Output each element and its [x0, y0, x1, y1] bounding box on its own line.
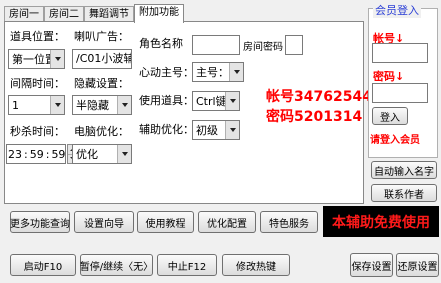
broadcast-label: 喇叭广告：: [74, 30, 129, 43]
time-minutes[interactable]: 59: [29, 148, 45, 161]
interval-select[interactable]: 1: [8, 95, 65, 115]
time-hours[interactable]: 23: [7, 148, 23, 161]
tab-strip: 房间一 房间二 舞蹈调节 附加功能: [4, 4, 184, 23]
broadcast-input[interactable]: /C01小波辅助!: [72, 49, 132, 69]
save-settings-button[interactable]: 保存设置: [350, 253, 393, 277]
account-info-text: 帐号347625440: [266, 89, 382, 105]
restore-settings-button[interactable]: 还原设置: [396, 253, 439, 277]
prop-position-label: 道具位置：: [10, 30, 65, 43]
contact-author-button[interactable]: 联系作者: [371, 184, 437, 202]
use-prop-select[interactable]: Ctrl键: [192, 91, 240, 111]
heart-host-select[interactable]: 主号：男: [192, 62, 244, 82]
assist-optimize-select[interactable]: 初级: [192, 120, 240, 140]
tutorial-button[interactable]: 使用教程: [137, 211, 194, 233]
assist-optimize-label: 辅助优化：: [139, 123, 194, 136]
hide-label: 隐藏设置：: [74, 77, 129, 90]
start-button[interactable]: 启动F10: [10, 254, 76, 276]
login-button[interactable]: 登入: [372, 107, 408, 125]
cpu-optimize-select[interactable]: 优化: [72, 144, 132, 164]
tab-extra-functions[interactable]: 附加功能: [134, 4, 184, 23]
chevron-down-icon: [117, 145, 131, 163]
chevron-down-icon: [50, 96, 64, 114]
login-password-input[interactable]: [372, 83, 428, 103]
setup-wizard-button[interactable]: 设置向导: [74, 211, 134, 233]
login-password-label: 密码↓: [373, 70, 405, 83]
free-use-banner: 本辅助免费使用: [323, 206, 439, 237]
chevron-down-icon: [225, 121, 239, 139]
chevron-down-icon: [50, 50, 64, 68]
prop-position-select[interactable]: 第一位置: [8, 49, 65, 69]
password-info-text: 密码5201314: [266, 109, 363, 125]
hide-select[interactable]: 半隐藏: [72, 95, 132, 115]
interval-label: 间隔时间：: [10, 77, 65, 90]
special-service-button[interactable]: 特色服务: [260, 211, 318, 233]
role-name-label: 角色名称: [139, 37, 183, 50]
chevron-down-icon: [229, 63, 243, 81]
seconds-label: 秒杀时间：: [10, 125, 65, 138]
room-password-input[interactable]: [285, 35, 303, 55]
time-seconds[interactable]: 59: [50, 148, 66, 161]
member-login-title: 会员登入: [373, 2, 421, 18]
auto-input-name-button[interactable]: 自动输入名字: [371, 161, 437, 179]
login-prompt-text: 请登入会员: [370, 135, 420, 146]
modify-hotkey-button[interactable]: 修改热键: [222, 254, 290, 276]
room-password-label: 房间密码: [243, 42, 283, 53]
pause-continue-button[interactable]: 暂停/继续〈无〉: [80, 254, 153, 276]
role-name-input[interactable]: [192, 35, 240, 55]
login-account-input[interactable]: [372, 43, 428, 63]
cpu-optimize-label: 电脑优化：: [74, 125, 129, 138]
optimize-config-button[interactable]: 优化配置: [198, 211, 256, 233]
use-prop-label: 使用道具：: [139, 94, 194, 107]
chevron-down-icon: [117, 96, 131, 114]
seconds-time-field[interactable]: 23: 59: 59: [6, 144, 66, 164]
heart-host-label: 心动主号：: [139, 66, 194, 79]
chevron-down-icon: [225, 92, 239, 110]
more-functions-button[interactable]: 更多功能查询: [10, 211, 70, 233]
stop-button[interactable]: 中止F12: [157, 254, 217, 276]
